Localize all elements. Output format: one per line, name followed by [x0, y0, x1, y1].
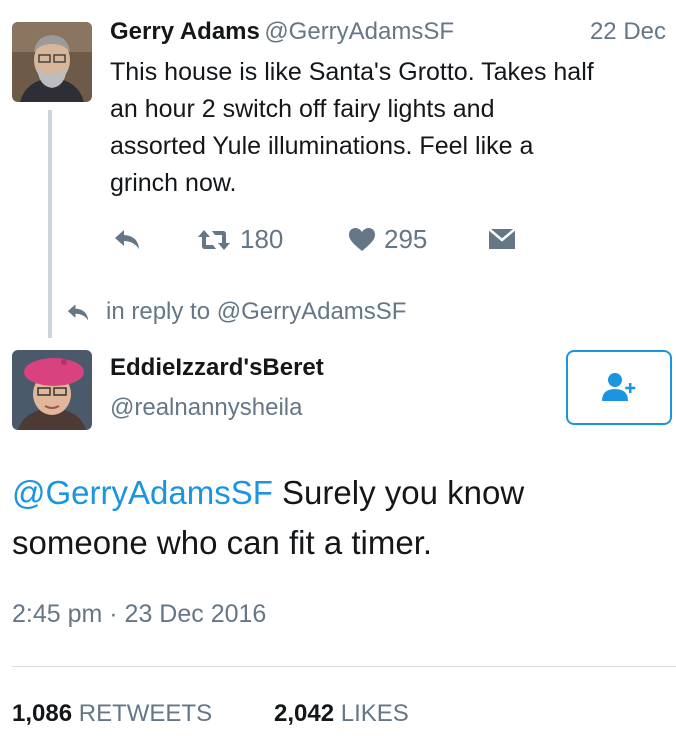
- reply-icon: [67, 304, 89, 321]
- follow-user-icon: [602, 372, 636, 401]
- original-tweet-text-line: grinch now.: [110, 169, 237, 197]
- original-tweet-date[interactable]: 22 Dec: [590, 18, 666, 46]
- reply-author-handle[interactable]: @realnannysheila: [110, 394, 302, 422]
- heart-icon: [349, 227, 375, 251]
- envelope-icon: [488, 228, 516, 249]
- original-author-handle[interactable]: @GerryAdamsSF: [264, 18, 454, 45]
- likes-stat[interactable]: 2,042 LIKES: [274, 700, 409, 728]
- reply-timestamp[interactable]: 2:45 pm · 23 Dec 2016: [12, 600, 266, 629]
- retweet-icon: [198, 229, 230, 250]
- original-tweet-header: Gerry Adams @GerryAdamsSF 22 Dec: [110, 18, 666, 50]
- gerry-adams-avatar[interactable]: [12, 22, 92, 102]
- like-button[interactable]: 295: [348, 224, 427, 255]
- stats-divider: [12, 666, 676, 667]
- retweets-label: RETWEETS: [78, 700, 213, 727]
- retweets-count: 1,086: [12, 700, 73, 727]
- reply-tweet-text-line: someone who can fit a timer.: [12, 524, 433, 561]
- reply-context[interactable]: in reply to @GerryAdamsSF: [64, 298, 406, 326]
- reply-context-text: in reply to @GerryAdamsSF: [106, 298, 407, 325]
- reply-tweet-text: @GerryAdamsSF Surely you know someone wh…: [12, 468, 662, 568]
- original-author-name[interactable]: Gerry Adams: [110, 18, 260, 45]
- retweet-button[interactable]: 180: [196, 224, 283, 255]
- follow-button[interactable]: [566, 350, 672, 425]
- reply-icon: [115, 230, 139, 249]
- retweets-stat[interactable]: 1,086 RETWEETS: [12, 700, 212, 728]
- original-tweet-text: This house is like Santa's Grotto. Takes…: [110, 54, 670, 202]
- eddie-izzard-beret-avatar[interactable]: [12, 350, 92, 430]
- original-tweet-text-line: an hour 2 switch off fairy lights and: [110, 95, 495, 123]
- likes-count: 2,042: [274, 700, 335, 727]
- reply-tweet-text-line: @GerryAdamsSF Surely you know: [12, 468, 662, 518]
- retweet-count: 180: [240, 224, 284, 254]
- reply-button[interactable]: [112, 226, 142, 252]
- original-tweet-text-line: This house is like Santa's Grotto. Takes…: [110, 58, 594, 86]
- likes-label: LIKES: [340, 700, 409, 727]
- mention-link[interactable]: @GerryAdamsSF: [12, 474, 273, 511]
- reply-author-name[interactable]: EddieIzzard'sBeret: [110, 354, 324, 382]
- direct-message-button[interactable]: [488, 228, 516, 250]
- thread-connector-line: [48, 110, 52, 338]
- like-count: 295: [384, 224, 428, 254]
- original-tweet-text-line: assorted Yule illuminations. Feel like a: [110, 132, 534, 160]
- reply-text-part: Surely you know: [272, 474, 525, 511]
